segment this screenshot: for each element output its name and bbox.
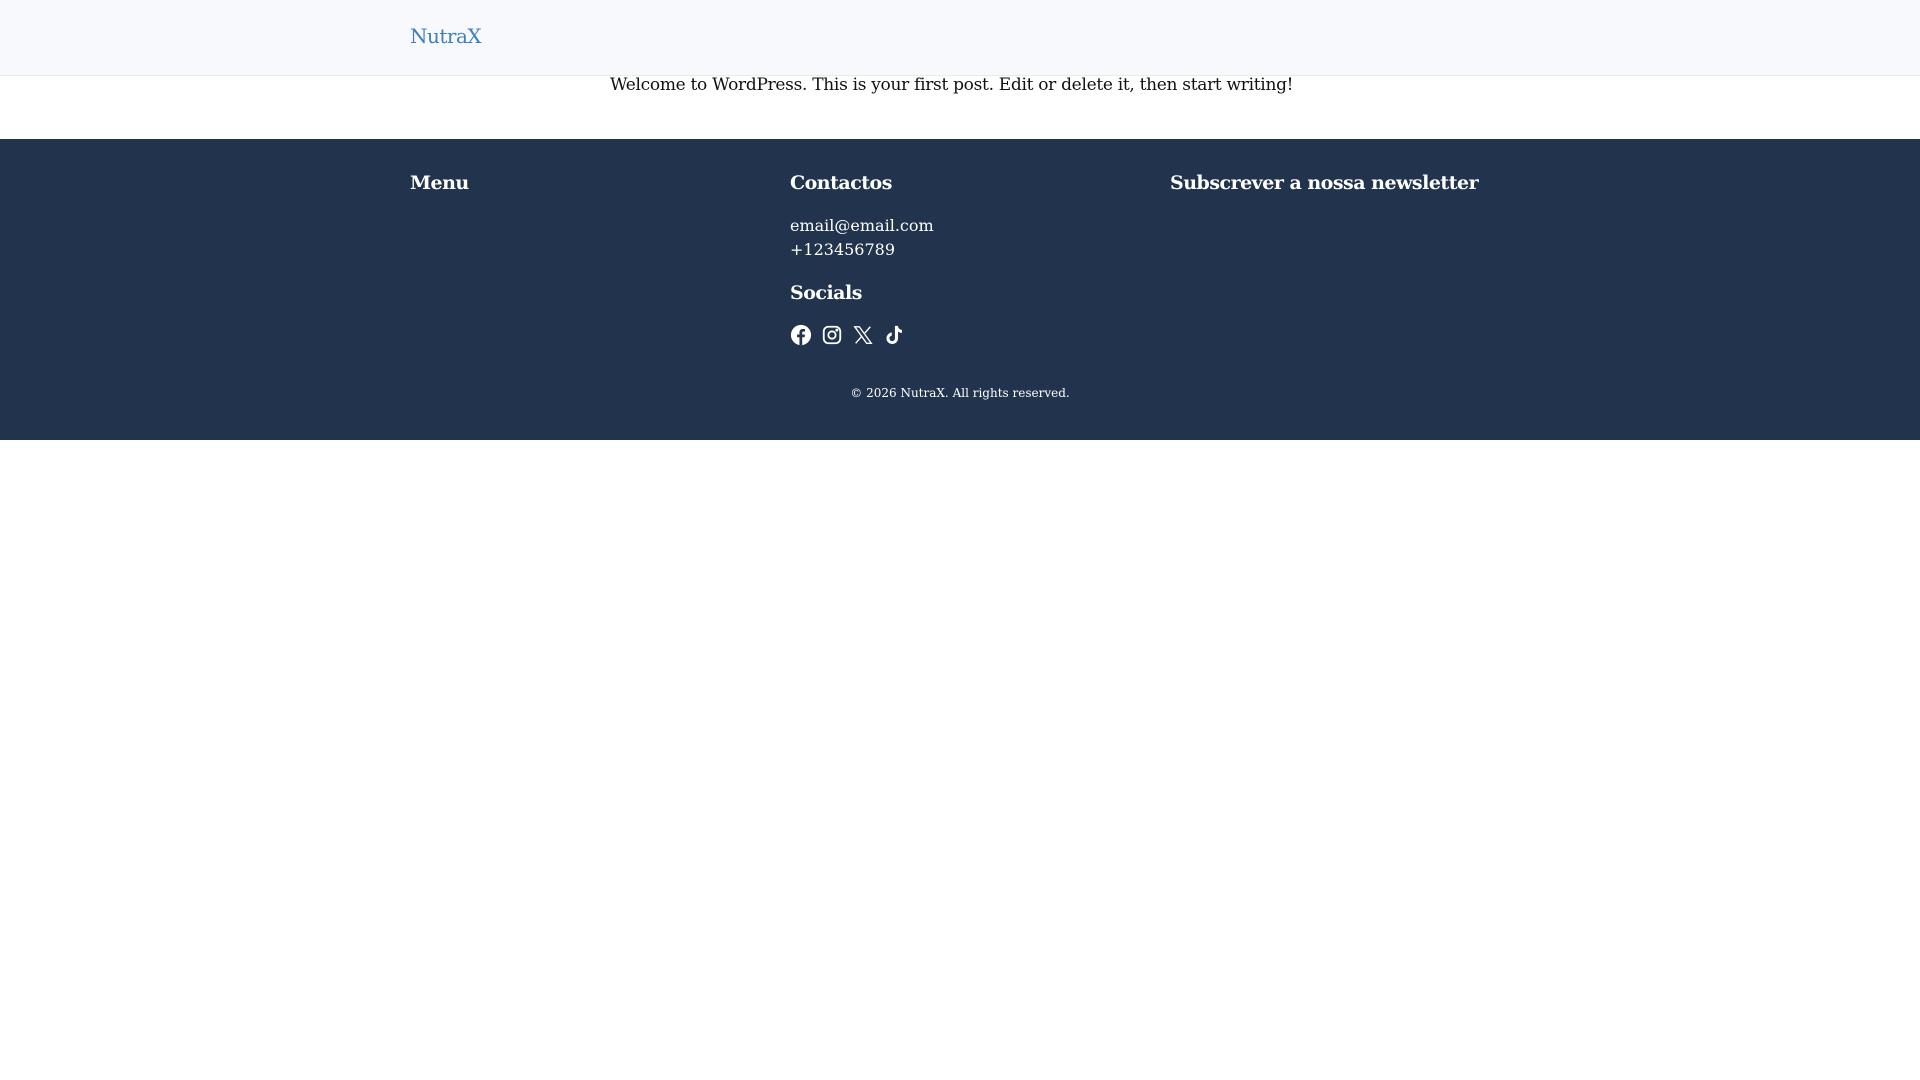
- copyright: © 2026 NutraX. All rights reserved.: [850, 386, 1070, 400]
- facebook-icon[interactable]: [790, 324, 812, 346]
- contact-email[interactable]: email@email.com: [790, 214, 934, 238]
- footer-contacts-column: Contactos email@email.com +123456789 Soc…: [790, 172, 934, 346]
- socials-heading: Socials: [790, 282, 862, 304]
- x-icon[interactable]: [852, 324, 874, 346]
- newsletter-heading: Subscrever a nossa newsletter: [1170, 172, 1479, 194]
- footer-newsletter-column: Subscrever a nossa newsletter: [1170, 172, 1479, 194]
- contact-phone[interactable]: +123456789: [790, 238, 934, 262]
- footer-menu-column: Menu: [410, 172, 469, 194]
- site-logo-link[interactable]: NutraX: [410, 24, 482, 48]
- contacts-heading: Contactos: [790, 172, 892, 194]
- site-header: NutraX: [0, 0, 1920, 76]
- site-footer: Menu Contactos email@email.com +12345678…: [0, 139, 1920, 440]
- menu-heading: Menu: [410, 172, 469, 194]
- post-content: Welcome to WordPress. This is your first…: [610, 75, 1294, 95]
- instagram-icon[interactable]: [821, 324, 843, 346]
- tiktok-icon[interactable]: [883, 324, 905, 346]
